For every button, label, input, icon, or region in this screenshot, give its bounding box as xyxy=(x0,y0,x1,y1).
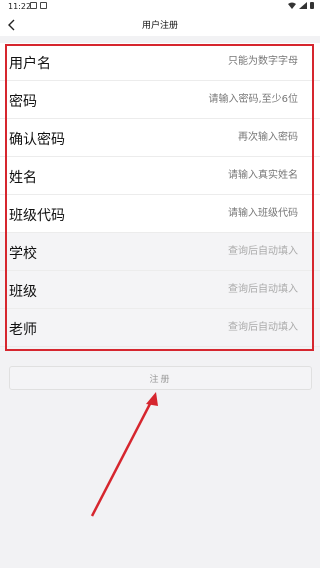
confirm-password-label: 确认密码 xyxy=(9,132,65,148)
password-input[interactable] xyxy=(128,90,298,108)
nav-bar: 用户注册 xyxy=(0,14,320,36)
username-label: 用户名 xyxy=(9,56,51,72)
register-button[interactable]: 注册 xyxy=(9,366,312,390)
notification-icons xyxy=(30,2,47,9)
confirm-password-input[interactable] xyxy=(128,128,298,146)
form-row-password: 密码 xyxy=(0,81,320,119)
school-field xyxy=(128,242,298,260)
page-title: 用户注册 xyxy=(141,21,178,31)
form-row-class-code: 班级代码 xyxy=(0,195,320,233)
teacher-label: 老师 xyxy=(9,322,37,338)
class-code-input[interactable] xyxy=(128,204,298,222)
registration-form: 用户名 密码 确认密码 姓名 班级代码 学校 班级 老师 xyxy=(0,43,320,347)
registration-screen: 11:22 用户注册 用户名 密码 确认密码 xyxy=(0,0,320,568)
wifi-icon xyxy=(288,2,296,9)
notification-icon xyxy=(30,2,37,9)
signal-icon xyxy=(299,2,307,9)
notification-icon xyxy=(40,2,47,9)
form-row-class: 班级 xyxy=(0,271,320,309)
system-icons xyxy=(288,2,314,9)
real-name-input[interactable] xyxy=(128,166,298,184)
class-field xyxy=(128,280,298,298)
form-row-username: 用户名 xyxy=(0,43,320,81)
form-row-confirm-password: 确认密码 xyxy=(0,119,320,157)
form-row-real-name: 姓名 xyxy=(0,157,320,195)
username-input[interactable] xyxy=(128,52,298,70)
real-name-label: 姓名 xyxy=(9,170,37,186)
form-row-school: 学校 xyxy=(0,233,320,271)
form-row-teacher: 老师 xyxy=(0,309,320,347)
class-code-label: 班级代码 xyxy=(9,208,65,224)
school-label: 学校 xyxy=(9,246,37,262)
class-label: 班级 xyxy=(9,284,37,300)
status-bar: 11:22 xyxy=(0,0,320,14)
teacher-field xyxy=(128,318,298,336)
battery-icon xyxy=(310,2,314,9)
password-label: 密码 xyxy=(9,94,37,110)
status-time: 11:22 xyxy=(8,2,32,11)
